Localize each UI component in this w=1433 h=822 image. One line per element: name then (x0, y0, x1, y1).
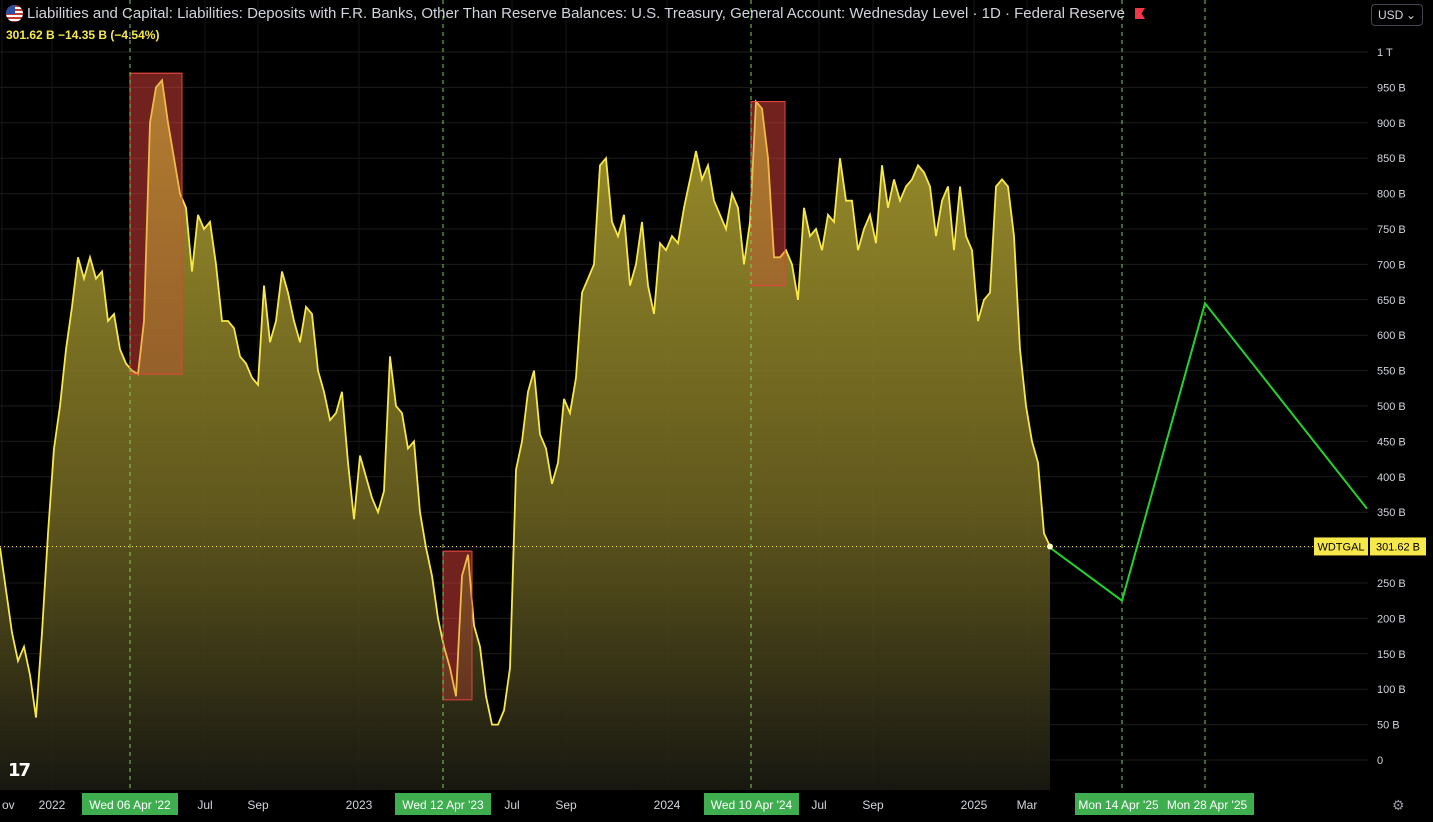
y-tick-label: 700 B (1377, 259, 1406, 271)
highlight-box-overlay (129, 72, 183, 375)
y-tick-label: 200 B (1377, 613, 1406, 625)
highlight-box-overlay (442, 550, 473, 701)
x-tick-label: 2022 (39, 798, 66, 812)
us-flag-icon (6, 5, 23, 22)
chevron-down-icon: ⌄ (1405, 8, 1416, 22)
projection-line[interactable] (1047, 301, 1368, 603)
date-tag-label: Wed 10 Apr '24 (711, 798, 793, 812)
x-tick-label: Sep (247, 798, 269, 812)
highlight-box-overlay (750, 101, 786, 287)
y-tick-label: 350 B (1377, 507, 1406, 519)
chart-title[interactable]: Liabilities and Capital: Liabilities: De… (27, 5, 1125, 22)
x-tick-label: 2023 (346, 798, 373, 812)
tradingview-logo-icon[interactable]: 17 (8, 760, 40, 781)
y-tick-label: 400 B (1377, 472, 1406, 484)
y-tick-label: 250 B (1377, 578, 1406, 590)
settings-gear-icon[interactable]: ⚙ (1392, 797, 1408, 813)
chart-header: Liabilities and Capital: Liabilities: De… (6, 5, 1146, 22)
y-tick-label: 0 (1377, 755, 1383, 767)
y-tick-label: 600 B (1377, 330, 1406, 342)
x-tick-label: Mar (1017, 798, 1038, 812)
x-tick-label: ov (2, 798, 15, 812)
x-tick-label: 2024 (654, 798, 681, 812)
y-tick-label: 450 B (1377, 436, 1406, 448)
y-tick-label: 800 B (1377, 189, 1406, 201)
x-tick-label: Jul (811, 798, 826, 812)
symbol-tag-label: WDTGAL (1317, 541, 1364, 553)
flag-marker-icon[interactable] (1135, 8, 1146, 19)
date-tag-label: Mon 28 Apr '25 (1167, 798, 1248, 812)
y-tick-label: 50 B (1377, 720, 1400, 732)
price-tag-label: 301.62 B (1376, 541, 1420, 553)
x-tick-label: 2025 (961, 798, 988, 812)
y-tick-label: 650 B (1377, 295, 1406, 307)
currency-label: USD (1378, 8, 1404, 22)
y-tick-label: 900 B (1377, 118, 1406, 130)
date-tag-label: Wed 06 Apr '22 (89, 798, 171, 812)
y-tick-label: 1 T (1377, 47, 1393, 59)
y-tick-label: 500 B (1377, 401, 1406, 413)
y-tick-label: 950 B (1377, 82, 1406, 94)
x-tick-label: Sep (862, 798, 884, 812)
y-tick-label: 150 B (1377, 649, 1406, 661)
x-tick-label: Jul (197, 798, 212, 812)
date-tag-label: Wed 12 Apr '23 (402, 798, 484, 812)
chart-canvas[interactable]: 1 T 950 B 900 B 850 B 800 B 750 B 700 B 650 B 60… (0, 0, 1433, 822)
x-tick-label: Jul (504, 798, 519, 812)
currency-select[interactable]: USD ⌄ (1371, 4, 1423, 26)
y-tick-label: 750 B (1377, 224, 1406, 236)
last-point-marker (1047, 543, 1053, 550)
y-tick-label: 850 B (1377, 153, 1406, 165)
x-tick-label: Sep (555, 798, 577, 812)
y-tick-label: 100 B (1377, 684, 1406, 696)
y-tick-label: 550 B (1377, 366, 1406, 378)
date-tag-label: Mon 14 Apr '25 (1078, 798, 1159, 812)
value-change-line: 301.62 B −14.35 B (−4.54%) (6, 28, 160, 42)
